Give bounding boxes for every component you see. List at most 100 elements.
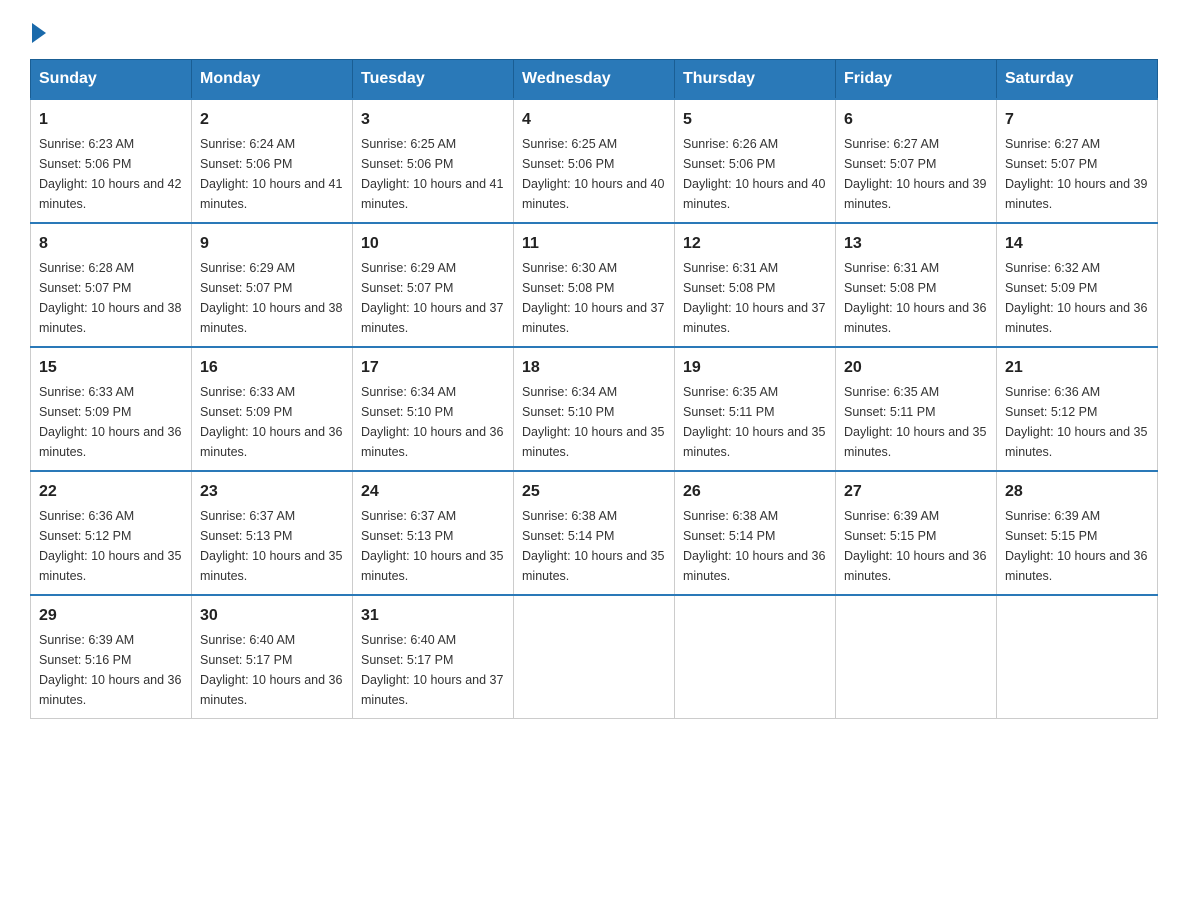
page-header bbox=[30, 20, 1158, 39]
calendar-cell: 12 Sunrise: 6:31 AMSunset: 5:08 PMDaylig… bbox=[675, 223, 836, 347]
day-info: Sunrise: 6:38 AMSunset: 5:14 PMDaylight:… bbox=[522, 506, 666, 586]
day-info: Sunrise: 6:25 AMSunset: 5:06 PMDaylight:… bbox=[361, 134, 505, 214]
calendar-header-row: SundayMondayTuesdayWednesdayThursdayFrid… bbox=[31, 60, 1158, 100]
calendar-cell: 4 Sunrise: 6:25 AMSunset: 5:06 PMDayligh… bbox=[514, 99, 675, 223]
day-number: 27 bbox=[844, 480, 988, 504]
day-number: 30 bbox=[200, 604, 344, 628]
calendar-week-row: 29 Sunrise: 6:39 AMSunset: 5:16 PMDaylig… bbox=[31, 595, 1158, 719]
calendar-cell bbox=[675, 595, 836, 719]
day-number: 20 bbox=[844, 356, 988, 380]
day-number: 22 bbox=[39, 480, 183, 504]
column-header-sunday: Sunday bbox=[31, 60, 192, 100]
calendar-cell: 10 Sunrise: 6:29 AMSunset: 5:07 PMDaylig… bbox=[353, 223, 514, 347]
calendar-cell: 6 Sunrise: 6:27 AMSunset: 5:07 PMDayligh… bbox=[836, 99, 997, 223]
day-number: 9 bbox=[200, 232, 344, 256]
calendar-cell bbox=[836, 595, 997, 719]
day-info: Sunrise: 6:36 AMSunset: 5:12 PMDaylight:… bbox=[39, 506, 183, 586]
day-info: Sunrise: 6:28 AMSunset: 5:07 PMDaylight:… bbox=[39, 258, 183, 338]
column-header-tuesday: Tuesday bbox=[353, 60, 514, 100]
day-number: 11 bbox=[522, 232, 666, 256]
day-info: Sunrise: 6:33 AMSunset: 5:09 PMDaylight:… bbox=[39, 382, 183, 462]
calendar-cell bbox=[997, 595, 1158, 719]
calendar-cell: 23 Sunrise: 6:37 AMSunset: 5:13 PMDaylig… bbox=[192, 471, 353, 595]
day-number: 7 bbox=[1005, 108, 1149, 132]
day-number: 25 bbox=[522, 480, 666, 504]
day-info: Sunrise: 6:29 AMSunset: 5:07 PMDaylight:… bbox=[361, 258, 505, 338]
calendar-week-row: 8 Sunrise: 6:28 AMSunset: 5:07 PMDayligh… bbox=[31, 223, 1158, 347]
column-header-saturday: Saturday bbox=[997, 60, 1158, 100]
day-info: Sunrise: 6:37 AMSunset: 5:13 PMDaylight:… bbox=[200, 506, 344, 586]
day-number: 8 bbox=[39, 232, 183, 256]
column-header-wednesday: Wednesday bbox=[514, 60, 675, 100]
day-number: 28 bbox=[1005, 480, 1149, 504]
day-number: 31 bbox=[361, 604, 505, 628]
calendar-cell: 11 Sunrise: 6:30 AMSunset: 5:08 PMDaylig… bbox=[514, 223, 675, 347]
day-number: 4 bbox=[522, 108, 666, 132]
day-number: 10 bbox=[361, 232, 505, 256]
calendar-cell: 17 Sunrise: 6:34 AMSunset: 5:10 PMDaylig… bbox=[353, 347, 514, 471]
calendar-cell: 7 Sunrise: 6:27 AMSunset: 5:07 PMDayligh… bbox=[997, 99, 1158, 223]
day-number: 19 bbox=[683, 356, 827, 380]
day-number: 15 bbox=[39, 356, 183, 380]
column-header-thursday: Thursday bbox=[675, 60, 836, 100]
day-number: 3 bbox=[361, 108, 505, 132]
calendar-cell: 18 Sunrise: 6:34 AMSunset: 5:10 PMDaylig… bbox=[514, 347, 675, 471]
day-number: 26 bbox=[683, 480, 827, 504]
day-info: Sunrise: 6:25 AMSunset: 5:06 PMDaylight:… bbox=[522, 134, 666, 214]
day-info: Sunrise: 6:31 AMSunset: 5:08 PMDaylight:… bbox=[844, 258, 988, 338]
calendar-cell: 16 Sunrise: 6:33 AMSunset: 5:09 PMDaylig… bbox=[192, 347, 353, 471]
calendar-cell: 9 Sunrise: 6:29 AMSunset: 5:07 PMDayligh… bbox=[192, 223, 353, 347]
calendar-cell: 29 Sunrise: 6:39 AMSunset: 5:16 PMDaylig… bbox=[31, 595, 192, 719]
calendar-cell: 13 Sunrise: 6:31 AMSunset: 5:08 PMDaylig… bbox=[836, 223, 997, 347]
calendar-cell bbox=[514, 595, 675, 719]
column-header-monday: Monday bbox=[192, 60, 353, 100]
logo bbox=[30, 20, 46, 39]
calendar-week-row: 1 Sunrise: 6:23 AMSunset: 5:06 PMDayligh… bbox=[31, 99, 1158, 223]
calendar-week-row: 22 Sunrise: 6:36 AMSunset: 5:12 PMDaylig… bbox=[31, 471, 1158, 595]
calendar-cell: 5 Sunrise: 6:26 AMSunset: 5:06 PMDayligh… bbox=[675, 99, 836, 223]
day-info: Sunrise: 6:29 AMSunset: 5:07 PMDaylight:… bbox=[200, 258, 344, 338]
calendar-cell: 1 Sunrise: 6:23 AMSunset: 5:06 PMDayligh… bbox=[31, 99, 192, 223]
day-info: Sunrise: 6:40 AMSunset: 5:17 PMDaylight:… bbox=[361, 630, 505, 710]
calendar-week-row: 15 Sunrise: 6:33 AMSunset: 5:09 PMDaylig… bbox=[31, 347, 1158, 471]
day-info: Sunrise: 6:32 AMSunset: 5:09 PMDaylight:… bbox=[1005, 258, 1149, 338]
day-info: Sunrise: 6:30 AMSunset: 5:08 PMDaylight:… bbox=[522, 258, 666, 338]
calendar-cell: 14 Sunrise: 6:32 AMSunset: 5:09 PMDaylig… bbox=[997, 223, 1158, 347]
calendar-cell: 21 Sunrise: 6:36 AMSunset: 5:12 PMDaylig… bbox=[997, 347, 1158, 471]
day-number: 1 bbox=[39, 108, 183, 132]
calendar-cell: 2 Sunrise: 6:24 AMSunset: 5:06 PMDayligh… bbox=[192, 99, 353, 223]
day-info: Sunrise: 6:38 AMSunset: 5:14 PMDaylight:… bbox=[683, 506, 827, 586]
day-info: Sunrise: 6:27 AMSunset: 5:07 PMDaylight:… bbox=[1005, 134, 1149, 214]
calendar-cell: 22 Sunrise: 6:36 AMSunset: 5:12 PMDaylig… bbox=[31, 471, 192, 595]
day-number: 13 bbox=[844, 232, 988, 256]
day-number: 24 bbox=[361, 480, 505, 504]
day-info: Sunrise: 6:23 AMSunset: 5:06 PMDaylight:… bbox=[39, 134, 183, 214]
day-info: Sunrise: 6:26 AMSunset: 5:06 PMDaylight:… bbox=[683, 134, 827, 214]
day-info: Sunrise: 6:31 AMSunset: 5:08 PMDaylight:… bbox=[683, 258, 827, 338]
day-number: 2 bbox=[200, 108, 344, 132]
day-info: Sunrise: 6:39 AMSunset: 5:15 PMDaylight:… bbox=[1005, 506, 1149, 586]
day-info: Sunrise: 6:37 AMSunset: 5:13 PMDaylight:… bbox=[361, 506, 505, 586]
day-number: 21 bbox=[1005, 356, 1149, 380]
calendar-cell: 20 Sunrise: 6:35 AMSunset: 5:11 PMDaylig… bbox=[836, 347, 997, 471]
column-header-friday: Friday bbox=[836, 60, 997, 100]
day-info: Sunrise: 6:34 AMSunset: 5:10 PMDaylight:… bbox=[522, 382, 666, 462]
day-info: Sunrise: 6:39 AMSunset: 5:16 PMDaylight:… bbox=[39, 630, 183, 710]
day-number: 12 bbox=[683, 232, 827, 256]
calendar-cell: 30 Sunrise: 6:40 AMSunset: 5:17 PMDaylig… bbox=[192, 595, 353, 719]
day-info: Sunrise: 6:40 AMSunset: 5:17 PMDaylight:… bbox=[200, 630, 344, 710]
calendar-cell: 27 Sunrise: 6:39 AMSunset: 5:15 PMDaylig… bbox=[836, 471, 997, 595]
day-number: 18 bbox=[522, 356, 666, 380]
calendar-cell: 28 Sunrise: 6:39 AMSunset: 5:15 PMDaylig… bbox=[997, 471, 1158, 595]
calendar-cell: 3 Sunrise: 6:25 AMSunset: 5:06 PMDayligh… bbox=[353, 99, 514, 223]
day-info: Sunrise: 6:39 AMSunset: 5:15 PMDaylight:… bbox=[844, 506, 988, 586]
calendar-cell: 31 Sunrise: 6:40 AMSunset: 5:17 PMDaylig… bbox=[353, 595, 514, 719]
calendar-cell: 19 Sunrise: 6:35 AMSunset: 5:11 PMDaylig… bbox=[675, 347, 836, 471]
day-info: Sunrise: 6:36 AMSunset: 5:12 PMDaylight:… bbox=[1005, 382, 1149, 462]
day-number: 16 bbox=[200, 356, 344, 380]
calendar-table: SundayMondayTuesdayWednesdayThursdayFrid… bbox=[30, 59, 1158, 719]
day-info: Sunrise: 6:27 AMSunset: 5:07 PMDaylight:… bbox=[844, 134, 988, 214]
day-number: 17 bbox=[361, 356, 505, 380]
day-number: 5 bbox=[683, 108, 827, 132]
calendar-cell: 15 Sunrise: 6:33 AMSunset: 5:09 PMDaylig… bbox=[31, 347, 192, 471]
